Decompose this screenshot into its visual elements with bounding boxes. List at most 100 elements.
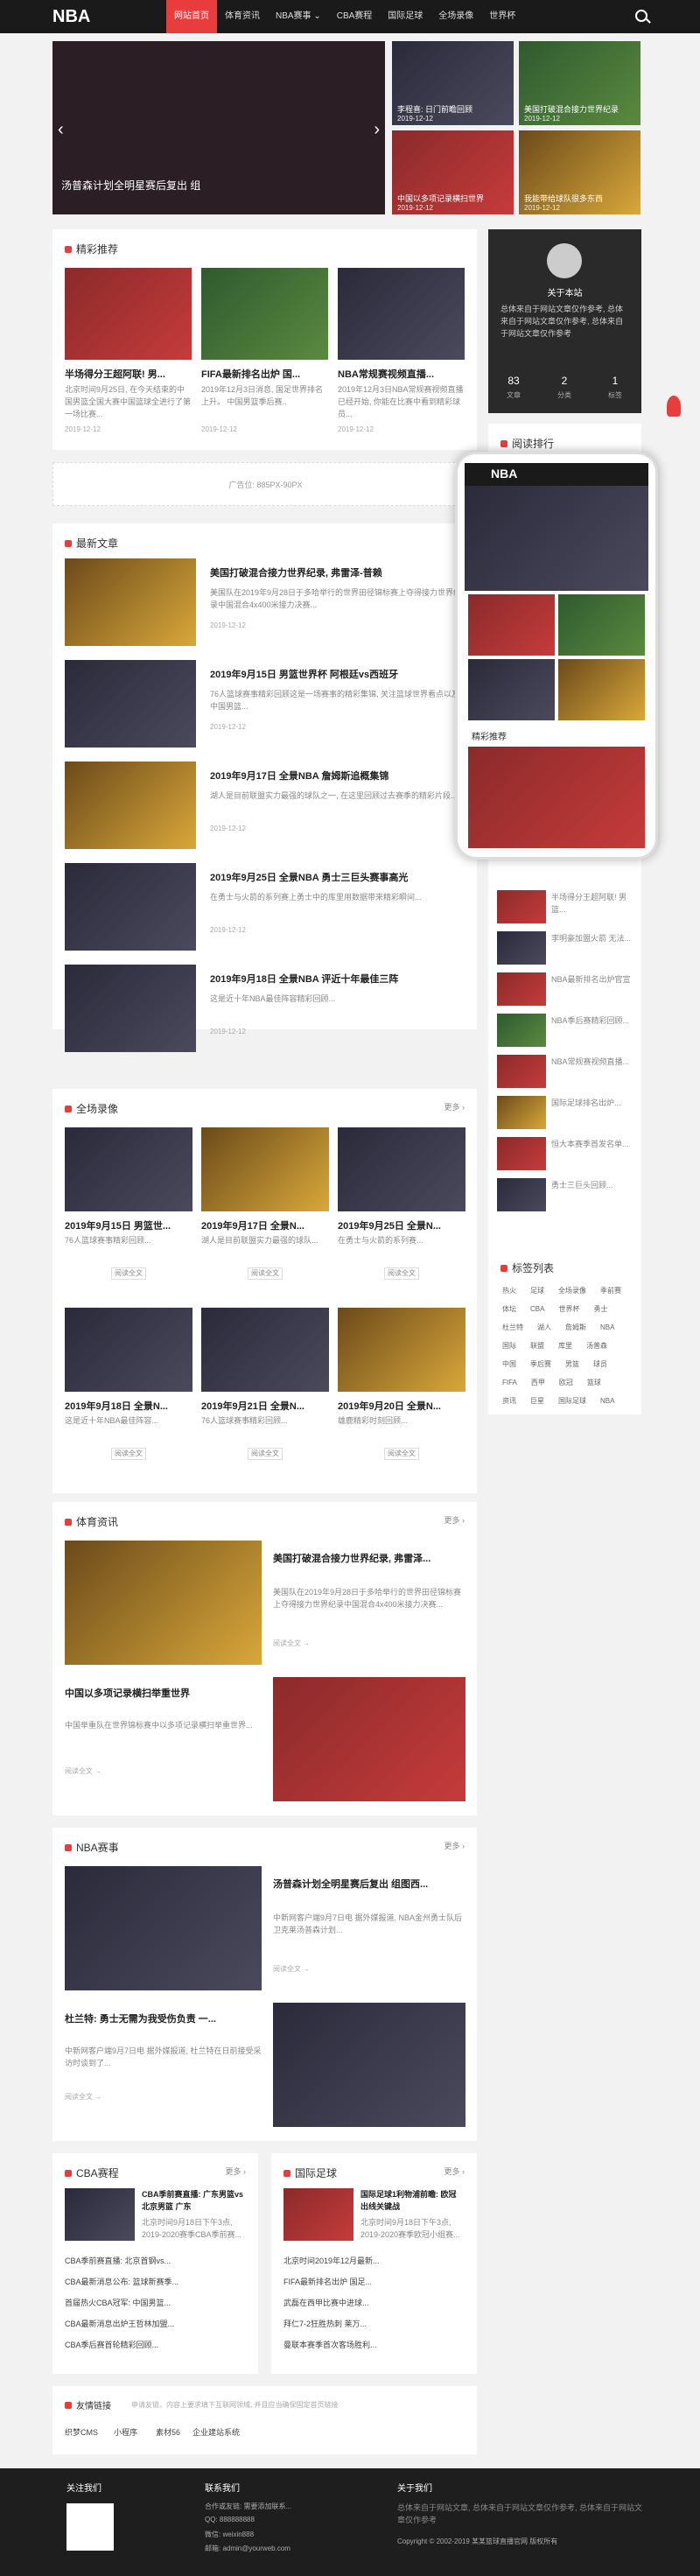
rank-title[interactable]: 恒大本赛季首发名单... xyxy=(551,1138,634,1150)
nba-a-read[interactable]: 阅读全文 → xyxy=(273,1964,310,1974)
hero-thumb-4[interactable]: 我能带给球队很多东西 2019-12-12 xyxy=(519,130,640,214)
tag-item[interactable]: 国际足球 xyxy=(554,1394,591,1407)
tag-item[interactable]: 世界杯 xyxy=(554,1302,584,1316)
tag-item[interactable]: NBA xyxy=(596,1322,619,1333)
latest-item-title[interactable]: 2019年9月15日 男篮世界杯 阿根廷vs西班牙 xyxy=(210,667,464,681)
cba-list-item[interactable]: CBA季后赛首轮精彩回顾... xyxy=(65,2339,158,2350)
nav-cba[interactable]: CBA赛程 xyxy=(329,0,381,33)
tag-item[interactable]: NBA xyxy=(596,1395,619,1407)
latest-image[interactable] xyxy=(65,863,196,951)
friend-link[interactable]: 素材56 xyxy=(156,2426,180,2438)
cba-list-item[interactable]: CBA季前赛直播: 北京首钢vs... xyxy=(65,2255,171,2266)
tag-item[interactable]: 联盟 xyxy=(526,1339,549,1352)
video-read-button[interactable]: 阅读全文 xyxy=(111,1448,146,1460)
tag-item[interactable]: 球员 xyxy=(589,1358,612,1371)
hero-thumb-3[interactable]: 中国以多项记录横扫世界 2019-12-12 xyxy=(392,130,514,214)
latest-image[interactable] xyxy=(65,660,196,748)
tag-item[interactable]: CBA xyxy=(526,1303,549,1315)
video-title[interactable]: 2019年9月21日 全景N... xyxy=(201,1399,329,1413)
mobile-thumb[interactable] xyxy=(558,594,645,656)
tag-item[interactable]: 资讯 xyxy=(498,1394,521,1407)
rank-thumb[interactable] xyxy=(497,1096,546,1129)
nav-home[interactable]: 网站首页 xyxy=(166,0,217,33)
tag-item[interactable]: 欧冠 xyxy=(555,1376,578,1389)
featured-image-1[interactable] xyxy=(65,268,192,360)
slider-prev-arrow[interactable]: ‹ xyxy=(58,120,64,140)
rank-title[interactable]: NBA最新排名出炉官宣 xyxy=(551,973,634,986)
tag-item[interactable]: 库里 xyxy=(554,1339,577,1352)
sports-a-title[interactable]: 美国打破混合接力世界纪录, 弗雷泽... xyxy=(273,1551,466,1565)
slider-next-arrow[interactable]: › xyxy=(374,120,380,140)
site-logo[interactable]: NBA xyxy=(52,7,90,27)
tag-item[interactable]: 季前赛 xyxy=(596,1284,626,1297)
featured-item-title[interactable]: FIFA最新排名出炉 国... xyxy=(201,367,328,381)
friend-link[interactable]: 织梦CMS xyxy=(65,2426,98,2438)
sports-image-a[interactable] xyxy=(65,1541,262,1665)
cba-more-link[interactable]: 更多 › xyxy=(226,2165,247,2177)
tag-item[interactable]: 湖人 xyxy=(533,1321,556,1334)
sports-b-read[interactable]: 阅读全文 → xyxy=(65,1766,102,1776)
video-thumb[interactable] xyxy=(65,1308,192,1392)
soccer-list-item[interactable]: FIFA最新排名出炉 国足... xyxy=(284,2276,372,2287)
tag-item[interactable]: 汤普森 xyxy=(582,1339,612,1352)
search-icon[interactable] xyxy=(635,10,648,22)
nav-sports-news[interactable]: 体育资讯 xyxy=(217,0,268,33)
tag-item[interactable]: 詹姆斯 xyxy=(561,1321,591,1334)
hero-thumb-1[interactable]: 李程喜: 日门前瞻回顾 2019-12-12 xyxy=(392,41,514,125)
tag-item[interactable]: 西甲 xyxy=(527,1376,550,1389)
tag-item[interactable]: 篮球 xyxy=(583,1376,606,1389)
sports-a-read[interactable]: 阅读全文 → xyxy=(273,1639,310,1648)
tag-item[interactable]: FIFA xyxy=(498,1377,522,1388)
latest-item-title[interactable]: 2019年9月25日 全景NBA 勇士三巨头赛事高光 xyxy=(210,870,464,884)
tag-item[interactable]: 杜兰特 xyxy=(498,1321,528,1334)
rank-thumb[interactable] xyxy=(497,1055,546,1088)
tag-item[interactable]: 足球 xyxy=(526,1284,549,1297)
rank-thumb[interactable] xyxy=(497,1137,546,1170)
rank-thumb[interactable] xyxy=(497,890,546,923)
videos-more-link[interactable]: 更多 › xyxy=(444,1101,466,1113)
nav-nba[interactable]: NBA赛事 ⌄ xyxy=(268,0,329,33)
mobile-thumb[interactable] xyxy=(468,594,555,656)
featured-image-2[interactable] xyxy=(201,268,328,360)
featured-item-title[interactable]: NBA常规赛视频直播... xyxy=(338,367,465,381)
soccer-more-link[interactable]: 更多 › xyxy=(444,2165,466,2177)
video-title[interactable]: 2019年9月15日 男篮世... xyxy=(65,1218,192,1232)
rank-title[interactable]: 半场得分王超阿联! 男篮... xyxy=(551,891,634,916)
video-thumb[interactable] xyxy=(338,1308,466,1392)
rank-thumb[interactable] xyxy=(497,972,546,1006)
rank-title[interactable]: NBA季后赛精彩回顾... xyxy=(551,1014,634,1027)
video-title[interactable]: 2019年9月25日 全景N... xyxy=(338,1218,466,1232)
tag-item[interactable]: 勇士 xyxy=(589,1302,612,1316)
nav-soccer[interactable]: 国际足球 xyxy=(380,0,430,33)
video-thumb[interactable] xyxy=(65,1127,192,1211)
video-thumb[interactable] xyxy=(201,1127,329,1211)
tag-item[interactable]: 国际 xyxy=(498,1339,521,1352)
tag-item[interactable]: 体坛 xyxy=(498,1302,521,1316)
video-read-button[interactable]: 阅读全文 xyxy=(384,1267,419,1280)
tag-item[interactable]: 巨星 xyxy=(526,1394,549,1407)
soccer-list-item[interactable]: 北京时间2019年12月最新... xyxy=(284,2255,380,2266)
tag-item[interactable]: 中国 xyxy=(498,1358,521,1371)
nav-worldcup[interactable]: 世界杯 xyxy=(481,0,523,33)
soccer-image[interactable] xyxy=(284,2188,354,2241)
friend-link[interactable]: 企业建站系统 xyxy=(192,2426,240,2438)
video-read-button[interactable]: 阅读全文 xyxy=(111,1267,146,1280)
tag-item[interactable]: 季后赛 xyxy=(526,1358,556,1371)
soccer-list-item[interactable]: 拜仁7-2狂胜热刺 莱万... xyxy=(284,2318,367,2329)
cba-list-item[interactable]: CBA最新消息公布: 篮球新赛季... xyxy=(65,2276,178,2287)
mobile-featured-image[interactable] xyxy=(468,747,645,848)
nba-a-title[interactable]: 汤普森计划全明星赛后复出 组图西... xyxy=(273,1877,466,1891)
video-title[interactable]: 2019年9月17日 全景N... xyxy=(201,1218,329,1232)
mobile-thumb[interactable] xyxy=(468,659,555,720)
latest-image[interactable] xyxy=(65,965,196,1052)
cba-list-item[interactable]: CBA最新消息出炉王哲林加盟... xyxy=(65,2318,174,2329)
tag-item[interactable]: 全场录像 xyxy=(554,1284,591,1297)
video-thumb[interactable] xyxy=(201,1308,329,1392)
cba-head-title[interactable]: CBA季前赛直播: 广东男篮vs北京男篮 广东 xyxy=(142,2188,245,2215)
latest-item-title[interactable]: 美国打破混合接力世界纪录, 弗雷泽-普赖 xyxy=(210,565,464,579)
back-to-top-icon[interactable] xyxy=(667,396,681,417)
rank-thumb[interactable] xyxy=(497,1014,546,1047)
latest-image[interactable] xyxy=(65,558,196,646)
featured-image-3[interactable] xyxy=(338,268,465,360)
rank-title[interactable]: 李明豪加盟火箭 无法... xyxy=(551,932,634,944)
